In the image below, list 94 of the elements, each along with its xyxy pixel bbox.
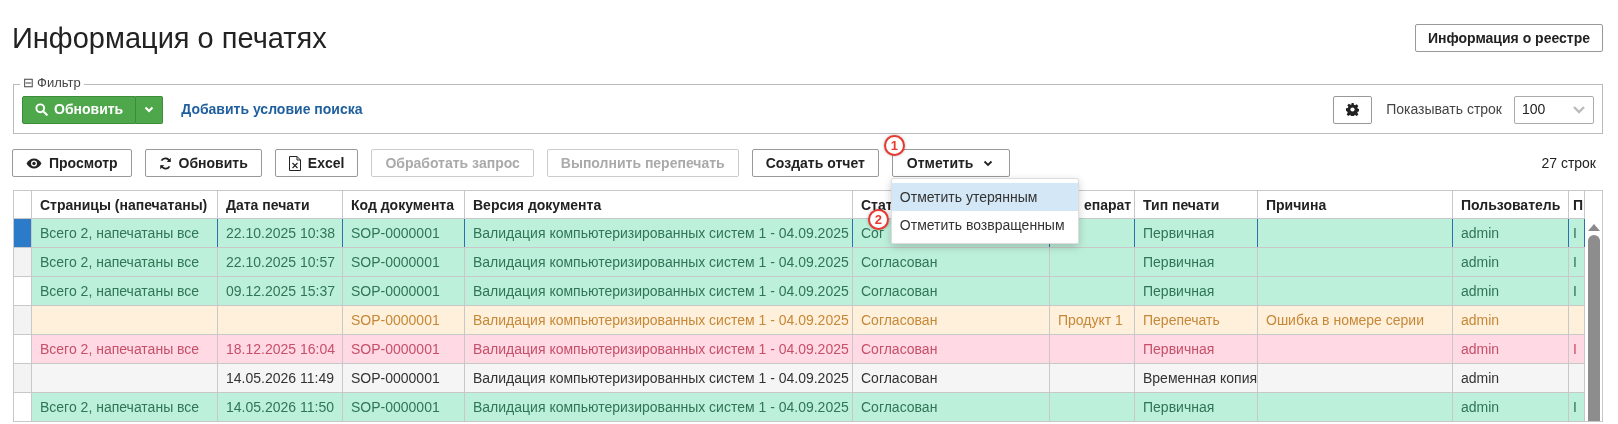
table-cell: Согласован (861, 254, 938, 270)
table-cell: Всего 2, напечатаны все (40, 399, 200, 415)
row-selector[interactable] (13, 305, 32, 335)
toolbar-button[interactable]: Просмотр (12, 149, 132, 177)
table-cell: I (1573, 399, 1577, 415)
refresh-icon (158, 156, 172, 170)
table-cell: SOP-0000001 (351, 254, 440, 270)
settings-button[interactable] (1333, 95, 1373, 124)
table-cell: Первичная (1143, 283, 1215, 299)
table-cell: Валидация компьютеризированных систем 1 - 04.09.2025 (473, 225, 849, 241)
table-cell: Первичная (1143, 399, 1215, 415)
table-cell: Валидация компьютеризированных систем 1 - 04.09.2025 (473, 312, 849, 328)
table-cell: Валидация компьютеризированных систем 1 - 04.09.2025 (473, 399, 849, 415)
row-selector[interactable] (13, 276, 32, 306)
table-row[interactable]: Всего 2, напечатаны все 22.10.2025 10:57 SOP-0000001 Валидация компьютеризированных систем 1 - 04.09.2025 Согласован Первичная admin I (13, 247, 1585, 277)
row-selector[interactable] (13, 363, 32, 393)
excel-file-icon (288, 155, 301, 171)
table-cell: Первичная (1143, 225, 1215, 241)
table-cell: SOP-0000001 (351, 283, 440, 299)
table-cell: SOP-0000001 (351, 312, 440, 328)
table-cell: Первичная (1143, 254, 1215, 270)
table-cell: Временная копия (1143, 370, 1257, 386)
table-cell: 22.10.2025 10:57 (226, 254, 335, 270)
table-cell: 22.10.2025 10:38 (226, 225, 335, 241)
table-cell: Согласован (861, 370, 938, 386)
row-selector[interactable] (13, 218, 32, 248)
scrollbar-thumb[interactable] (1587, 235, 1600, 421)
table-cell: SOP-0000001 (351, 225, 440, 241)
table-cell: Валидация компьютеризированных систем 1 - 04.09.2025 (473, 283, 849, 299)
eye-icon (26, 157, 42, 169)
table-cell: admin (1461, 399, 1500, 415)
settings-icon (1346, 103, 1360, 116)
table-cell: Согласован (861, 283, 938, 299)
table-cell: SOP-0000001 (351, 370, 440, 386)
table-row[interactable]: Всего 2, напечатаны все 18.12.2025 16:04 SOP-0000001 Валидация компьютеризированных систем 1 - 04.09.2025 Согласован Первичная admin I (13, 334, 1585, 364)
rows-per-page-label: Показывать строк (1386, 100, 1502, 119)
add-condition-link[interactable]: Добавить условие поиска (181, 99, 363, 120)
row-selector[interactable] (13, 334, 32, 364)
table-row[interactable]: Всего 2, напечатаны все 09.12.2025 15:37 SOP-0000001 Валидация компьютеризированных систем 1 - 04.09.2025 Согласован Первичная admin I (13, 276, 1585, 306)
table-cell: admin (1461, 312, 1500, 328)
filter-legend: Фильтр (37, 76, 81, 89)
table-cell: admin (1461, 341, 1500, 357)
scroll-up-icon[interactable] (1587, 224, 1600, 231)
table-cell: I (1573, 254, 1577, 270)
row-selector[interactable] (13, 392, 32, 422)
table-cell: I (1573, 283, 1577, 299)
table-cell: Всего 2, напечатаны все (40, 341, 200, 357)
table-cell: Первичная (1143, 341, 1215, 357)
row-count: 27 строк (1541, 153, 1596, 173)
column-header[interactable]: Причина (1266, 196, 1327, 213)
toolbar-button[interactable]: Создать отчет (751, 149, 879, 177)
table-cell: 09.12.2025 15:37 (226, 283, 335, 299)
table-cell: Всего 2, напечатаны все (40, 283, 200, 299)
toolbar-button[interactable]: Excel (274, 149, 359, 177)
table-cell: I (1573, 225, 1577, 241)
table-cell: Продукт 1 (1058, 312, 1123, 328)
caret-icon (144, 106, 155, 113)
search-icon (35, 103, 48, 116)
table-cell: Валидация компьютеризированных систем 1 - 04.09.2025 (473, 341, 849, 357)
row-selector[interactable] (13, 247, 32, 277)
callout-marker: 1 (883, 135, 905, 156)
rows-per-page-select[interactable]: 100 (1514, 95, 1594, 124)
caret-icon (983, 159, 994, 167)
table-row[interactable]: 14.05.2026 11:49 SOP-0000001 Валидация компьютеризированных систем 1 - 04.09.2025 Согласован Временная копия admin (13, 363, 1585, 393)
table-cell: Всего 2, напечатаны все (40, 254, 200, 270)
table-cell: I (1573, 341, 1577, 357)
table-cell: admin (1461, 370, 1500, 386)
table-cell: Перепечать (1143, 312, 1220, 328)
table-cell: Согласован (861, 341, 938, 357)
menu-item[interactable]: Отметить возвращенным (891, 211, 1078, 239)
table-cell: 14.05.2026 11:50 (226, 399, 334, 415)
table-cell: 18.12.2025 16:04 (226, 341, 335, 357)
table-cell: Согласован (861, 312, 938, 328)
column-header[interactable]: Версия документа (473, 196, 602, 213)
table-cell: admin (1461, 254, 1500, 270)
table-cell: SOP-0000001 (351, 399, 440, 415)
table-cell: admin (1461, 283, 1500, 299)
table-row[interactable]: Всего 2, напечатаны все 14.05.2026 11:50 SOP-0000001 Валидация компьютеризированных систем 1 - 04.09.2025 Согласован Первичная admin I (13, 392, 1585, 422)
table-cell: SOP-0000001 (351, 341, 440, 357)
chevron-down-icon (1572, 105, 1586, 114)
page-title: Информация о печатях (12, 23, 327, 53)
table-cell: Ошибка в номере серии (1266, 312, 1424, 328)
table-cell: Согласован (861, 399, 938, 415)
table-cell: Валидация компьютеризированных систем 1 - 04.09.2025 (473, 254, 849, 270)
table-cell: Всего 2, напечатаны все (40, 225, 200, 241)
toolbar-button[interactable]: Обновить (144, 149, 262, 177)
mark-dropdown-button[interactable]: Отметить (891, 149, 1011, 177)
dropdown-toggle-button[interactable] (136, 95, 164, 124)
table-cell: 14.05.2026 11:49 (226, 370, 334, 386)
menu-item[interactable]: Отметить утерянным (891, 183, 1078, 211)
registry-info-button[interactable]: Информация о реестре (1414, 24, 1603, 52)
table-cell: Валидация компьютеризированных систем 1 - 04.09.2025 (473, 370, 849, 386)
table-cell: admin (1461, 225, 1500, 241)
collapse-toggle[interactable]: ⊟ (23, 76, 34, 89)
